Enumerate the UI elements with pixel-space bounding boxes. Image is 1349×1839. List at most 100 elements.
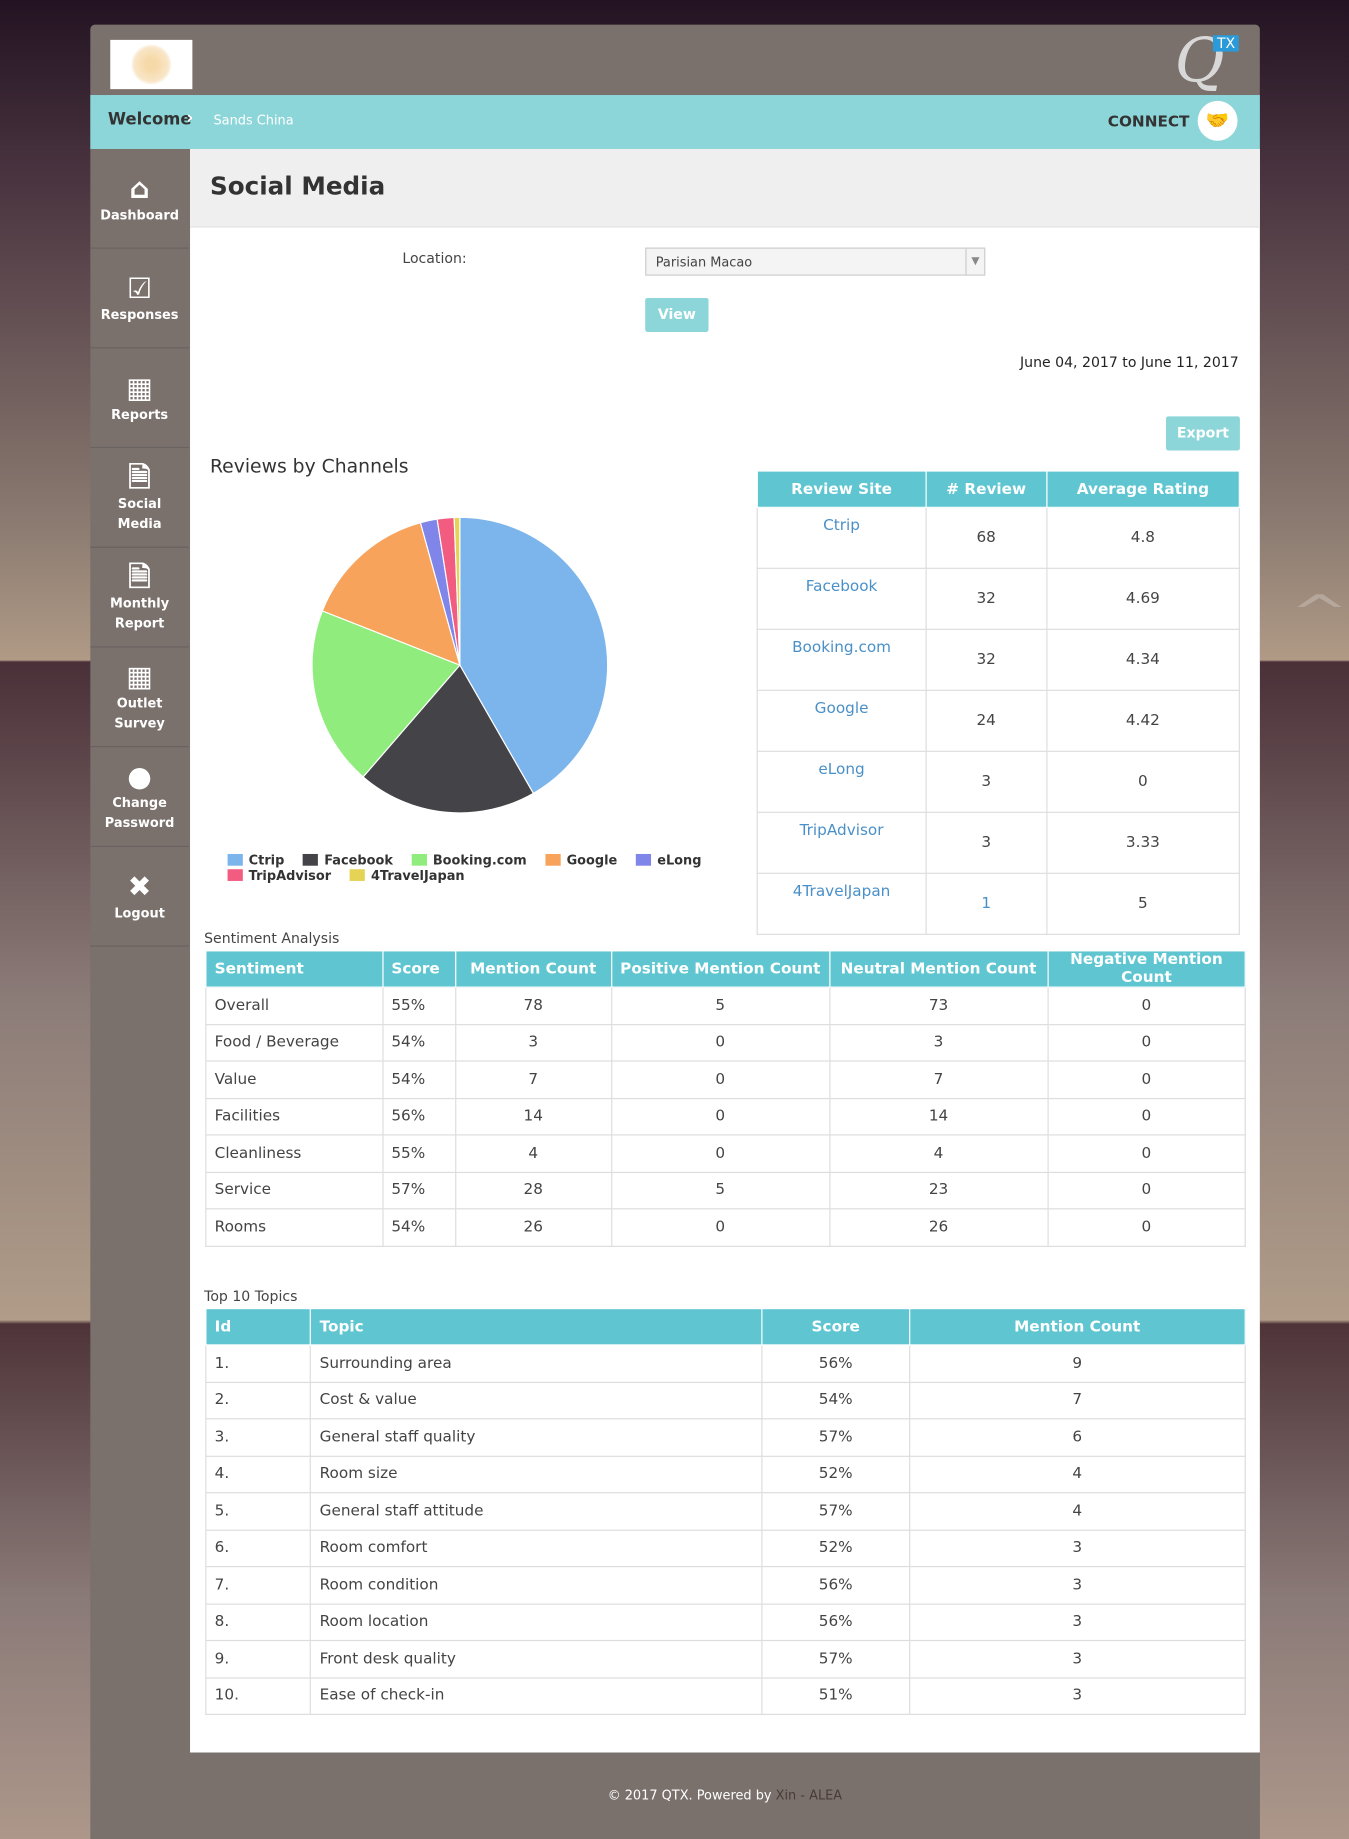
table-cell: 8. — [205, 1602, 312, 1642]
table-cell: 0 — [610, 1134, 830, 1173]
pie-chart — [311, 516, 609, 814]
table-header: Review Site # Review Average Rating — [756, 470, 1240, 508]
table-cell: 3 — [908, 1639, 1246, 1679]
table-cell: 3.33 — [1045, 811, 1240, 874]
column-header: Score — [381, 950, 456, 988]
table-cell: 5. — [205, 1492, 312, 1531]
table-cell: 0 — [1047, 1060, 1246, 1099]
table-cell: 14 — [454, 1097, 612, 1136]
review-site-link[interactable]: 1 — [981, 895, 991, 913]
table-cell: 4.34 — [1045, 628, 1240, 691]
sidebar-item-logout[interactable]: ✖ Logout — [90, 847, 189, 947]
table-cell: 3 — [828, 1023, 1049, 1062]
sidebar-item-change-password[interactable]: ● Change Password — [90, 747, 189, 847]
table-cell: Cleanliness — [205, 1134, 384, 1173]
legend-label: TripAdvisor — [248, 868, 332, 884]
sidebar-item-label: Change Password — [104, 795, 175, 831]
table-cell: 56% — [761, 1566, 910, 1605]
table-row: Facebook 32 4.69 — [756, 567, 1240, 630]
legend-swatch — [636, 853, 652, 866]
location-select[interactable]: Parisian Macao ▼ — [645, 247, 986, 276]
table-cell: 4. — [205, 1455, 312, 1494]
table-cell: 3. — [205, 1418, 312, 1457]
export-button[interactable]: Export — [1166, 416, 1240, 451]
table-cell: 1 — [925, 872, 1048, 935]
table-cell: 5 — [610, 986, 830, 1025]
view-button[interactable]: View — [645, 297, 709, 332]
table-row: 9. Front desk quality 57% 3 — [205, 1639, 1246, 1679]
grid-icon: ▦ — [126, 660, 153, 694]
review-site-link[interactable]: Booking.com — [792, 639, 891, 657]
column-header: Mention Count — [454, 950, 612, 988]
sidebar-item-label: Social Media — [117, 496, 162, 532]
table-cell: 4 — [454, 1134, 612, 1173]
column-header: Sentiment — [205, 950, 384, 988]
sidebar-item-label: Logout — [114, 905, 165, 921]
sidebar-item-outlet-survey[interactable]: ▦ Outlet Survey — [90, 648, 189, 748]
connect-label[interactable]: CONNECT — [1108, 114, 1190, 132]
table-cell: 10. — [205, 1676, 312, 1715]
sidebar-item-label: Outlet Survey — [114, 695, 165, 731]
legend-item[interactable]: TripAdvisor — [227, 868, 332, 884]
review-site-link[interactable]: Ctrip — [823, 517, 860, 535]
table-cell: 4 — [908, 1492, 1246, 1531]
table-cell: Service — [205, 1171, 384, 1210]
table-row: Service 57% 28 5 23 0 — [205, 1171, 1246, 1210]
breadcrumb-welcome[interactable]: Welcome — [108, 110, 192, 129]
table-cell: 52% — [761, 1455, 910, 1494]
legend-swatch — [545, 853, 561, 866]
review-site-link[interactable]: 4TravelJapan — [793, 883, 891, 901]
sidebar-item-responses[interactable]: ☑ Responses — [90, 249, 189, 349]
review-site-link[interactable]: TripAdvisor — [800, 822, 884, 840]
handshake-icon[interactable]: 🤝 — [1197, 100, 1238, 141]
sidebar: ⌂ Dashboard ☑ Responses ▦ Reports 🗎 Social Medi… — [90, 149, 189, 947]
legend-item[interactable]: Facebook — [303, 853, 393, 868]
table-row: 7. Room condition 56% 3 — [205, 1566, 1246, 1605]
table-cell: Food / Beverage — [205, 1023, 384, 1062]
table-cell: 54% — [761, 1381, 910, 1420]
legend-item[interactable]: 4TravelJapan — [349, 868, 465, 883]
table-cell: Ctrip — [756, 506, 927, 569]
legend-item[interactable]: Google — [545, 853, 617, 868]
table-cell: 78 — [454, 986, 612, 1025]
review-site-link[interactable]: Google — [815, 700, 869, 718]
sidebar-item-monthly-report[interactable]: 🗎 Monthly Report — [90, 548, 189, 648]
footer-link-xin[interactable]: Xin — [776, 1788, 797, 1803]
table-cell: 4TravelJapan — [756, 872, 927, 935]
legend-item[interactable]: Booking.com — [411, 853, 527, 868]
main-content: Social Media Location: Parisian Macao ▼ V… — [190, 148, 1260, 1753]
table-row: TripAdvisor 3 3.33 — [756, 811, 1240, 874]
table-cell: 0 — [610, 1208, 830, 1247]
chevron-down-icon[interactable]: ▼ — [965, 248, 984, 275]
location-value: Parisian Macao — [655, 254, 753, 270]
table-cell: Room location — [310, 1602, 763, 1642]
breadcrumb-current: Sands China — [213, 112, 294, 128]
table-cell: 32 — [925, 628, 1048, 691]
table-cell: 2. — [205, 1381, 312, 1420]
table-cell: 28 — [454, 1171, 612, 1210]
footer-link-alea[interactable]: ALEA — [809, 1788, 842, 1803]
scroll-top-icon[interactable]: ^ — [1290, 587, 1349, 641]
review-site-link[interactable]: eLong — [818, 761, 864, 779]
table-cell: 4.42 — [1045, 689, 1240, 752]
legend-item[interactable]: eLong — [636, 853, 701, 868]
page-title: Social Media — [190, 148, 1260, 228]
table-cell: 57% — [381, 1171, 456, 1210]
table-cell: 0 — [1047, 1023, 1246, 1062]
review-site-link[interactable]: Facebook — [806, 578, 878, 596]
table-cell: 0 — [1047, 1134, 1246, 1173]
location-label: Location: — [402, 249, 467, 267]
sidebar-item-reports[interactable]: ▦ Reports — [90, 348, 189, 449]
footer: © 2017 QTX. Powered by Xin - ALEA — [190, 1752, 1260, 1839]
table-row: Rooms 54% 26 0 26 0 — [205, 1208, 1246, 1247]
legend-swatch — [349, 869, 366, 881]
sidebar-item-social-media[interactable]: 🗎 Social Media — [90, 448, 189, 548]
table-cell: 0 — [610, 1023, 830, 1062]
sidebar-item-dashboard[interactable]: ⌂ Dashboard — [90, 149, 189, 249]
table-cell: 55% — [381, 986, 456, 1025]
table-cell: Room comfort — [310, 1529, 763, 1568]
legend-item[interactable]: Ctrip — [227, 853, 284, 868]
column-header: Negative Mention Count — [1047, 950, 1246, 988]
table-row: eLong 3 0 — [756, 750, 1240, 813]
table-cell: 32 — [925, 567, 1048, 630]
